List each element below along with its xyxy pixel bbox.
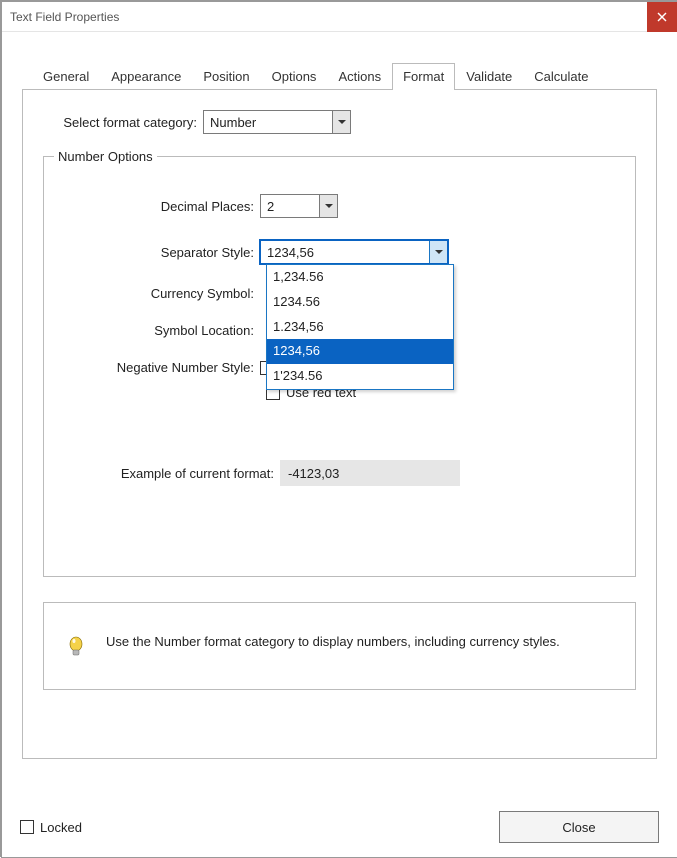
decimal-places-value: 2: [261, 195, 319, 217]
chevron-down-icon: [435, 250, 443, 254]
tab-appearance[interactable]: Appearance: [100, 63, 192, 90]
example-row: Example of current format: -4123,03: [54, 460, 625, 486]
dropdown-option[interactable]: 1,234.56: [267, 265, 453, 290]
format-category-dropdown-button[interactable]: [332, 111, 350, 133]
chevron-down-icon: [325, 204, 333, 208]
separator-style-dropdown-list[interactable]: 1,234.56 1234.56 1.234,56 1234,56 1'234.…: [266, 264, 454, 390]
close-button[interactable]: Close: [499, 811, 659, 843]
locked-row: Locked: [20, 820, 82, 835]
close-icon: [657, 12, 667, 22]
separator-style-value: 1234,56: [261, 241, 429, 263]
tab-panel-format: Select format category: Number Number Op…: [22, 89, 657, 759]
decimal-places-label: Decimal Places:: [54, 199, 260, 214]
currency-symbol-label: Currency Symbol:: [54, 286, 260, 301]
title-bar: Text Field Properties: [2, 2, 677, 32]
chevron-down-icon: [338, 120, 346, 124]
example-label: Example of current format:: [54, 466, 280, 481]
dropdown-option[interactable]: 1'234.56: [267, 364, 453, 389]
window-close-button[interactable]: [647, 2, 677, 32]
locked-label: Locked: [40, 820, 82, 835]
number-options-group: Number Options Decimal Places: 2 Separat…: [43, 149, 636, 577]
info-text: Use the Number format category to displa…: [106, 633, 560, 651]
symbol-location-label: Symbol Location:: [54, 323, 260, 338]
separator-style-row: Separator Style: 1234,56 1,234.56 1234.5…: [54, 240, 625, 264]
dropdown-option[interactable]: 1.234,56: [267, 315, 453, 340]
tab-position[interactable]: Position: [192, 63, 260, 90]
tab-options[interactable]: Options: [261, 63, 328, 90]
window-title: Text Field Properties: [10, 10, 119, 24]
dialog-footer: Locked Close: [20, 811, 659, 843]
lightbulb-icon: [64, 635, 88, 659]
separator-style-combo[interactable]: 1234,56: [260, 240, 448, 264]
tab-validate[interactable]: Validate: [455, 63, 523, 90]
tab-calculate[interactable]: Calculate: [523, 63, 599, 90]
info-box: Use the Number format category to displa…: [43, 602, 636, 690]
decimal-places-combo[interactable]: 2: [260, 194, 338, 218]
format-category-value: Number: [204, 111, 332, 133]
dropdown-option-selected[interactable]: 1234,56: [267, 339, 453, 364]
format-category-combo[interactable]: Number: [203, 110, 351, 134]
separator-style-label: Separator Style:: [54, 245, 260, 260]
number-options-legend: Number Options: [54, 149, 157, 164]
tab-format[interactable]: Format: [392, 63, 455, 90]
separator-style-dropdown-button[interactable]: [429, 241, 447, 263]
negative-number-style-label: Negative Number Style:: [54, 360, 260, 375]
format-category-row: Select format category: Number: [43, 110, 636, 134]
format-category-label: Select format category:: [43, 115, 203, 130]
tab-bar: General Appearance Position Options Acti…: [32, 62, 667, 89]
locked-checkbox[interactable]: [20, 820, 34, 834]
dropdown-option[interactable]: 1234.56: [267, 290, 453, 315]
example-value: -4123,03: [280, 460, 460, 486]
decimal-places-row: Decimal Places: 2: [54, 194, 625, 218]
tab-actions[interactable]: Actions: [327, 63, 392, 90]
tab-general[interactable]: General: [32, 63, 100, 90]
decimal-places-dropdown-button[interactable]: [319, 195, 337, 217]
